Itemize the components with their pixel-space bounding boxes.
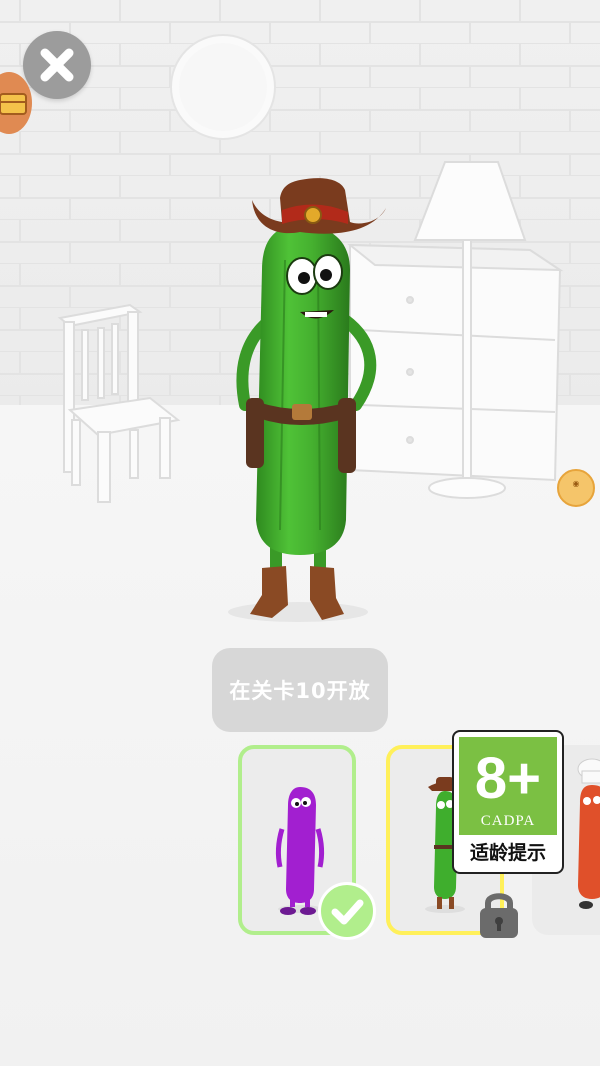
- wall-clock: [170, 34, 276, 140]
- selected-check-badge: [318, 882, 376, 940]
- age-rating-badge[interactable]: 8+ CADPA 适龄提示: [452, 730, 564, 874]
- age-rating-label: 适龄提示: [469, 842, 546, 864]
- age-rating-number: 8+: [474, 746, 542, 811]
- dresser: [347, 243, 564, 482]
- unlock-level-tip: 在关卡10开放: [212, 648, 388, 732]
- side-reward-badge[interactable]: ◉: [557, 469, 595, 507]
- checkmark-icon: [331, 899, 364, 925]
- coin-badge-icon: ◉: [572, 479, 580, 488]
- age-rating-org: CADPA: [480, 813, 536, 829]
- close-icon: [40, 48, 74, 82]
- unlock-tip-text: 在关卡10开放: [229, 679, 371, 703]
- close-button[interactable]: [23, 31, 91, 99]
- age-rating-panel: 8+ CADPA: [459, 737, 557, 835]
- lock-icon: [476, 888, 522, 940]
